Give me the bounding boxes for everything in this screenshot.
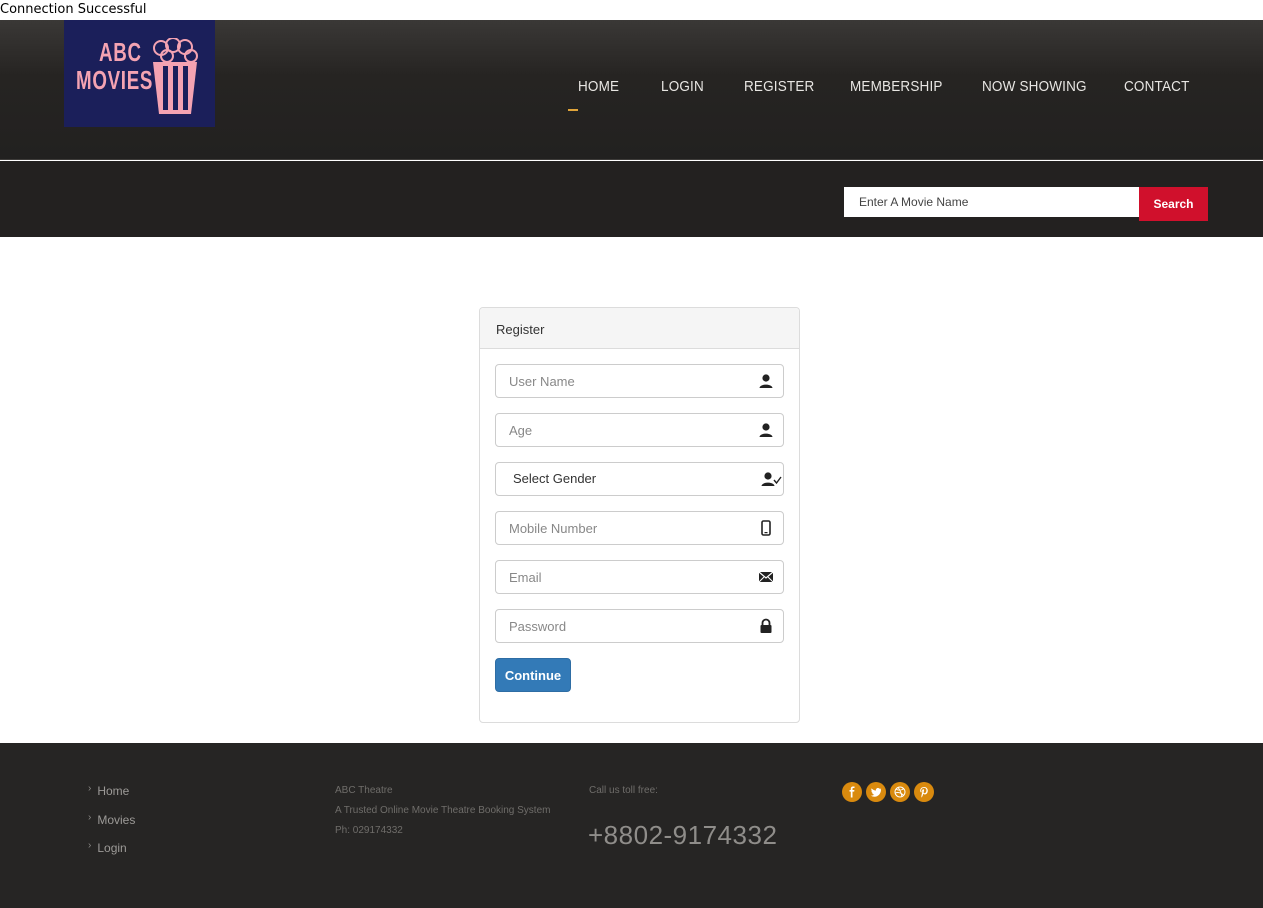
envelope-icon [758, 571, 774, 583]
register-panel: Register Select Gender Continue [479, 307, 800, 723]
logo-text: ABC MOVIES [76, 38, 153, 94]
footer-theatre-name: ABC Theatre [335, 785, 393, 796]
chevron-right-icon: › [88, 840, 92, 851]
active-nav-indicator [568, 109, 578, 111]
connection-status: Connection Successful [0, 2, 147, 17]
age-input[interactable] [496, 414, 746, 446]
phone-icon [761, 520, 771, 536]
continue-button[interactable]: Continue [495, 658, 571, 692]
username-field[interactable] [495, 364, 784, 398]
site-footer: › Home › Movies › Login ABC Theatre A Trust… [0, 743, 1263, 908]
nav-item-home[interactable]: HOME [578, 78, 619, 95]
site-logo[interactable]: ABC MOVIES [64, 20, 215, 127]
facebook-icon[interactable] [842, 782, 862, 802]
footer-link-label: Home [97, 784, 130, 798]
email-field[interactable] [495, 560, 784, 594]
user-icon [759, 423, 773, 437]
nav-item-login[interactable]: LOGIN [661, 78, 704, 95]
search-button[interactable]: Search [1139, 187, 1208, 221]
logo-line-2: MOVIES [76, 65, 154, 95]
password-field[interactable] [495, 609, 784, 643]
user-check-icon [761, 472, 782, 486]
mobile-input[interactable] [496, 512, 746, 544]
username-input[interactable] [496, 365, 746, 397]
user-icon [759, 374, 773, 388]
dribbble-icon[interactable] [890, 782, 910, 802]
email-input[interactable] [496, 561, 746, 593]
mobile-field[interactable] [495, 511, 784, 545]
footer-phone-number: +8802-9174332 [588, 820, 778, 850]
nav-item-now-showing[interactable]: NOW SHOWING [982, 78, 1087, 95]
age-field[interactable] [495, 413, 784, 447]
nav-item-membership[interactable]: MEMBERSHIP [850, 78, 943, 95]
footer-link-home[interactable]: › Home [88, 783, 130, 798]
search-bar: Search [0, 161, 1263, 237]
footer-tagline: A Trusted Online Movie Theatre Booking S… [335, 805, 551, 816]
footer-link-label: Login [97, 841, 127, 855]
movie-search-input[interactable] [844, 187, 1139, 217]
password-input[interactable] [496, 610, 746, 642]
footer-link-login[interactable]: › Login [88, 840, 127, 855]
pinterest-icon[interactable] [914, 782, 934, 802]
gender-select[interactable]: Select Gender [495, 462, 784, 496]
twitter-icon[interactable] [866, 782, 886, 802]
footer-link-label: Movies [97, 813, 136, 827]
chevron-right-icon: › [88, 812, 92, 823]
lock-icon [760, 618, 772, 633]
chevron-right-icon: › [88, 783, 92, 794]
nav-item-contact[interactable]: CONTACT [1124, 78, 1190, 95]
gender-select-value: Select Gender [513, 471, 597, 486]
register-title: Register [480, 308, 799, 349]
site-header: ABC MOVIES HOME LOGIN REGISTER MEMBERSHI… [0, 20, 1263, 160]
footer-phone-line: Ph: 029174332 [335, 825, 403, 836]
logo-line-1: ABC [99, 37, 142, 67]
popcorn-icon [153, 38, 198, 114]
nav-item-register[interactable]: REGISTER [744, 78, 814, 95]
footer-link-movies[interactable]: › Movies [88, 812, 136, 827]
footer-call-label: Call us toll free: [589, 785, 658, 796]
